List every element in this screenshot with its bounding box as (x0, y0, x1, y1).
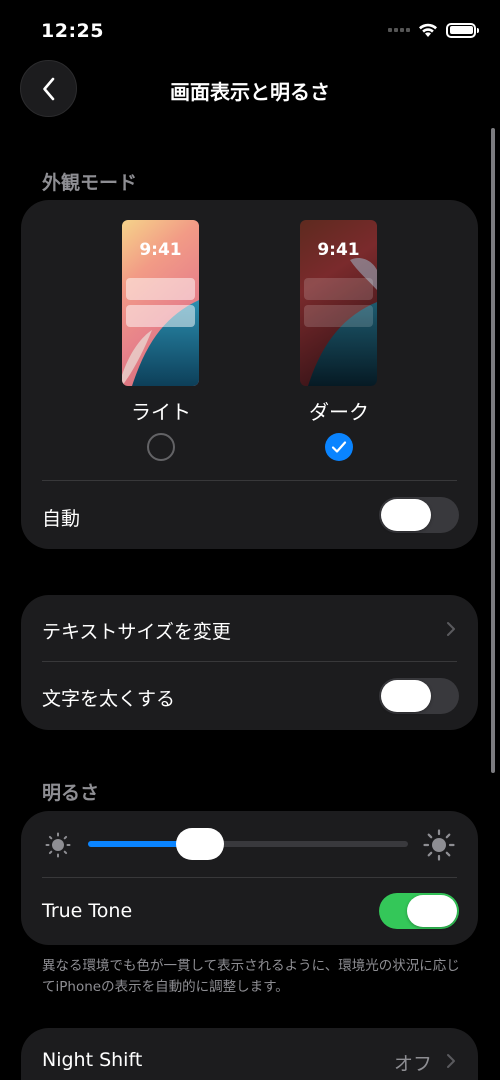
nav-bar: 画面表示と明るさ (0, 60, 500, 120)
brightness-card: True Tone (21, 811, 478, 945)
preview-widget (126, 305, 195, 327)
page-title: 画面表示と明るさ (170, 80, 330, 104)
brightness-slider[interactable] (88, 828, 408, 860)
sun-large-icon (423, 829, 455, 861)
cellular-signal-icon (388, 28, 410, 32)
divider (42, 877, 457, 878)
brightness-section-header: 明るさ (42, 782, 100, 804)
bold-text-label: 文字を太くする (42, 688, 176, 710)
true-tone-label: True Tone (42, 900, 133, 922)
battery-icon (446, 22, 479, 38)
appearance-section-header: 外観モード (42, 172, 138, 194)
night-shift-card[interactable]: Night Shift オフ (21, 1028, 478, 1080)
divider (42, 661, 457, 662)
true-tone-footnote: 異なる環境でも色が一貫して表示されるように、環境光の状況に応じてiPhoneの表… (42, 958, 460, 995)
preview-widget (126, 278, 195, 300)
night-shift-value: オフ (393, 1053, 432, 1075)
auto-toggle[interactable] (379, 497, 459, 533)
status-icons (388, 22, 479, 38)
status-bar: 12:25 (0, 0, 500, 60)
brightness-slider-thumb[interactable] (176, 828, 224, 860)
night-shift-label: Night Shift (42, 1049, 143, 1071)
text-size-row[interactable]: テキストサイズを変更 (21, 595, 478, 661)
light-mode-preview[interactable]: 9:41 (122, 220, 199, 386)
text-settings-card: テキストサイズを変更 文字を太くする (21, 595, 478, 730)
light-mode-label: ライト (131, 400, 191, 424)
chevron-right-icon (447, 1054, 455, 1068)
dark-preview-time: 9:41 (317, 240, 360, 260)
checkmark-icon (331, 441, 347, 453)
appearance-card: 9:41 ライト 9:41 ダーク 自動 (21, 200, 478, 549)
dark-mode-label: ダーク (309, 400, 369, 424)
sun-small-icon (45, 832, 71, 858)
chevron-right-icon (447, 622, 455, 636)
divider (42, 480, 457, 481)
preview-widget (304, 305, 373, 327)
dark-mode-preview[interactable]: 9:41 (300, 220, 377, 386)
text-size-label: テキストサイズを変更 (42, 621, 231, 643)
auto-label: 自動 (42, 508, 81, 530)
preview-widget (304, 278, 373, 300)
light-preview-time: 9:41 (139, 240, 182, 260)
wifi-icon (419, 23, 437, 37)
scroll-indicator[interactable] (491, 128, 495, 773)
status-time: 12:25 (41, 20, 104, 42)
light-mode-radio[interactable] (147, 433, 175, 461)
true-tone-toggle[interactable] (379, 893, 459, 929)
dark-mode-radio[interactable] (325, 433, 353, 461)
bold-text-toggle[interactable] (379, 678, 459, 714)
